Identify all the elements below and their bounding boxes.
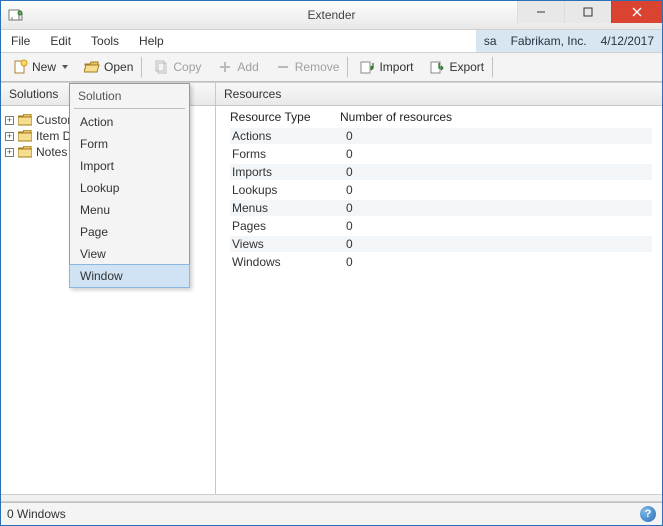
folder-icon — [18, 114, 32, 126]
import-label: Import — [379, 60, 413, 74]
cell-count: 0 — [344, 182, 652, 198]
maximize-button[interactable] — [564, 1, 611, 23]
dropdown-item-action[interactable]: Action — [70, 111, 189, 133]
cell-type: Lookups — [230, 182, 344, 198]
tree-expand-icon[interactable]: + — [5, 132, 14, 141]
dropdown-item-import[interactable]: Import — [70, 155, 189, 177]
cell-type: Actions — [230, 128, 344, 144]
remove-icon — [275, 59, 291, 75]
cell-count: 0 — [344, 164, 652, 180]
grid-header: Resource Type Number of resources — [230, 110, 652, 127]
copy-button[interactable]: Copy — [146, 56, 208, 78]
open-folder-icon — [84, 59, 100, 75]
help-icon[interactable]: ? — [640, 506, 656, 522]
remove-button[interactable]: Remove — [268, 56, 349, 78]
export-button[interactable]: Export — [422, 56, 493, 78]
table-row[interactable]: Views0 — [230, 235, 652, 253]
statusbar: 0 Windows ? — [1, 502, 662, 525]
col-header-count[interactable]: Number of resources — [340, 110, 652, 124]
tree-item-label: Item D — [36, 129, 71, 143]
minimize-button[interactable] — [517, 1, 564, 23]
add-label: Add — [237, 60, 258, 74]
resources-pane: Resources Resource Type Number of resour… — [216, 83, 662, 494]
dropdown-item-form[interactable]: Form — [70, 133, 189, 155]
menu-edit[interactable]: Edit — [40, 30, 81, 52]
table-row[interactable]: Menus0 — [230, 199, 652, 217]
export-icon — [429, 59, 445, 75]
cell-type: Windows — [230, 254, 344, 270]
add-icon — [217, 59, 233, 75]
cell-count: 0 — [344, 146, 652, 162]
cell-count: 0 — [344, 200, 652, 216]
copy-label: Copy — [173, 60, 201, 74]
window-controls — [517, 1, 662, 23]
tree-expand-icon[interactable]: + — [5, 148, 14, 157]
menubar: File Edit Tools Help sa Fabrikam, Inc. 4… — [1, 30, 662, 53]
remove-label: Remove — [295, 60, 340, 74]
pane-gap — [1, 494, 662, 502]
menu-tools[interactable]: Tools — [81, 30, 129, 52]
cell-type: Pages — [230, 218, 344, 234]
dropdown-item-view[interactable]: View — [70, 243, 189, 265]
cell-type: Views — [230, 236, 344, 252]
new-dropdown-menu[interactable]: Solution ActionFormImportLookupMenuPageV… — [69, 83, 190, 288]
dropdown-header: Solution — [70, 84, 189, 108]
table-row[interactable]: Lookups0 — [230, 181, 652, 199]
session-date: 4/12/2017 — [601, 34, 654, 48]
cell-type: Imports — [230, 164, 344, 180]
tree-expand-icon[interactable]: + — [5, 116, 14, 125]
dropdown-item-lookup[interactable]: Lookup — [70, 177, 189, 199]
export-label: Export — [449, 60, 484, 74]
dropdown-item-menu[interactable]: Menu — [70, 199, 189, 221]
session-company: Fabrikam, Inc. — [511, 34, 587, 48]
cell-count: 0 — [344, 236, 652, 252]
cell-count: 0 — [344, 128, 652, 144]
session-info: sa Fabrikam, Inc. 4/12/2017 — [476, 30, 662, 52]
app-icon — [7, 7, 23, 23]
import-icon — [359, 59, 375, 75]
cell-type: Menus — [230, 200, 344, 216]
new-button[interactable]: New — [5, 56, 75, 78]
chevron-down-icon[interactable] — [62, 65, 68, 69]
resources-header: Resources — [216, 83, 662, 106]
dropdown-item-window[interactable]: Window — [69, 264, 190, 288]
folder-icon — [18, 130, 32, 142]
close-button[interactable] — [611, 1, 662, 23]
add-button[interactable]: Add — [210, 56, 265, 78]
body: Solutions + Custom + Item D + Notes — [1, 82, 662, 494]
table-row[interactable]: Pages0 — [230, 217, 652, 235]
menu-file[interactable]: File — [1, 30, 40, 52]
window-root: Extender File Edit Tools Help sa Fabrika… — [0, 0, 663, 526]
menu-help[interactable]: Help — [129, 30, 174, 52]
import-button[interactable]: Import — [352, 56, 420, 78]
table-row[interactable]: Imports0 — [230, 163, 652, 181]
status-text: 0 Windows — [7, 507, 66, 521]
session-user: sa — [484, 34, 497, 48]
dropdown-separator — [74, 108, 185, 109]
open-label: Open — [104, 60, 133, 74]
col-header-type[interactable]: Resource Type — [230, 110, 340, 124]
new-icon — [12, 59, 28, 75]
open-button[interactable]: Open — [77, 56, 142, 78]
table-row[interactable]: Actions0 — [230, 127, 652, 145]
dropdown-item-page[interactable]: Page — [70, 221, 189, 243]
titlebar: Extender — [1, 1, 662, 30]
toolbar: New Open Copy Add Remove — [1, 53, 662, 82]
new-label: New — [32, 60, 56, 74]
folder-icon — [18, 146, 32, 158]
table-row[interactable]: Windows0 — [230, 253, 652, 271]
cell-count: 0 — [344, 218, 652, 234]
tree-item-label: Notes — [36, 145, 67, 159]
copy-icon — [153, 59, 169, 75]
resources-grid: Resource Type Number of resources Action… — [216, 106, 662, 275]
cell-count: 0 — [344, 254, 652, 270]
table-row[interactable]: Forms0 — [230, 145, 652, 163]
cell-type: Forms — [230, 146, 344, 162]
